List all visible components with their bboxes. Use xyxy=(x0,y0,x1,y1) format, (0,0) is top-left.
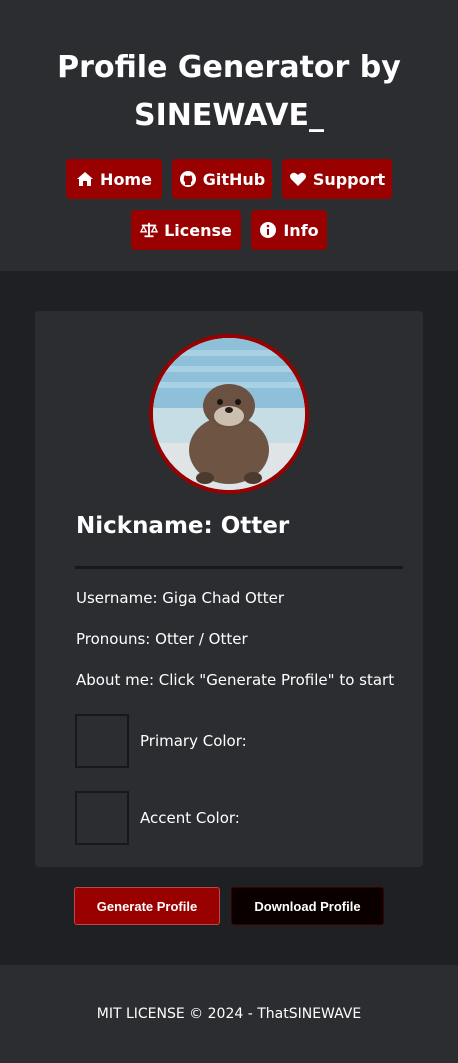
nickname-text: Nickname: Otter xyxy=(76,513,290,539)
footer-text: MIT LICENSE © 2024 - ThatSINEWAVE xyxy=(96,1006,362,1022)
site-header: Profile Generator by SINEWAVE_ Home GitH… xyxy=(0,0,458,271)
nav-support-label: Support xyxy=(312,169,386,189)
primary-color-label: Primary Color: xyxy=(140,732,247,750)
page-title: Profile Generator by SINEWAVE_ xyxy=(0,44,458,140)
title-line-1: Profile Generator by xyxy=(57,50,401,85)
scale-icon xyxy=(140,221,159,239)
otter-photo xyxy=(153,338,305,490)
nav-license-button[interactable]: License xyxy=(131,210,241,250)
github-icon xyxy=(179,170,197,188)
username-text: Username: Giga Chad Otter xyxy=(76,589,284,607)
download-profile-button[interactable]: Download Profile xyxy=(231,887,384,925)
nav-github-button[interactable]: GitHub xyxy=(172,159,272,199)
avatar xyxy=(149,334,309,494)
site-footer: MIT LICENSE © 2024 - ThatSINEWAVE xyxy=(0,965,458,1063)
nav-github-label: GitHub xyxy=(202,169,266,189)
nav-support-button[interactable]: Support xyxy=(282,159,392,199)
generate-profile-button[interactable]: Generate Profile xyxy=(74,887,220,925)
pronouns-text: Pronouns: Otter / Otter xyxy=(76,630,248,648)
nav-info-button[interactable]: Info xyxy=(251,210,327,250)
nav-home-label: Home xyxy=(100,169,152,189)
about-text: About me: Click "Generate Profile" to st… xyxy=(76,671,395,689)
nav-info-label: Info xyxy=(283,220,319,240)
nav-home-button[interactable]: Home xyxy=(66,159,162,199)
nav-license-label: License xyxy=(164,220,232,240)
title-line-2: SINEWAVE_ xyxy=(133,98,324,133)
home-icon xyxy=(76,170,94,188)
info-icon xyxy=(259,221,277,239)
divider xyxy=(75,566,403,569)
accent-color-swatch xyxy=(75,791,129,845)
heart-icon xyxy=(289,170,307,188)
accent-color-label: Accent Color: xyxy=(140,809,240,827)
primary-color-swatch xyxy=(75,714,129,768)
